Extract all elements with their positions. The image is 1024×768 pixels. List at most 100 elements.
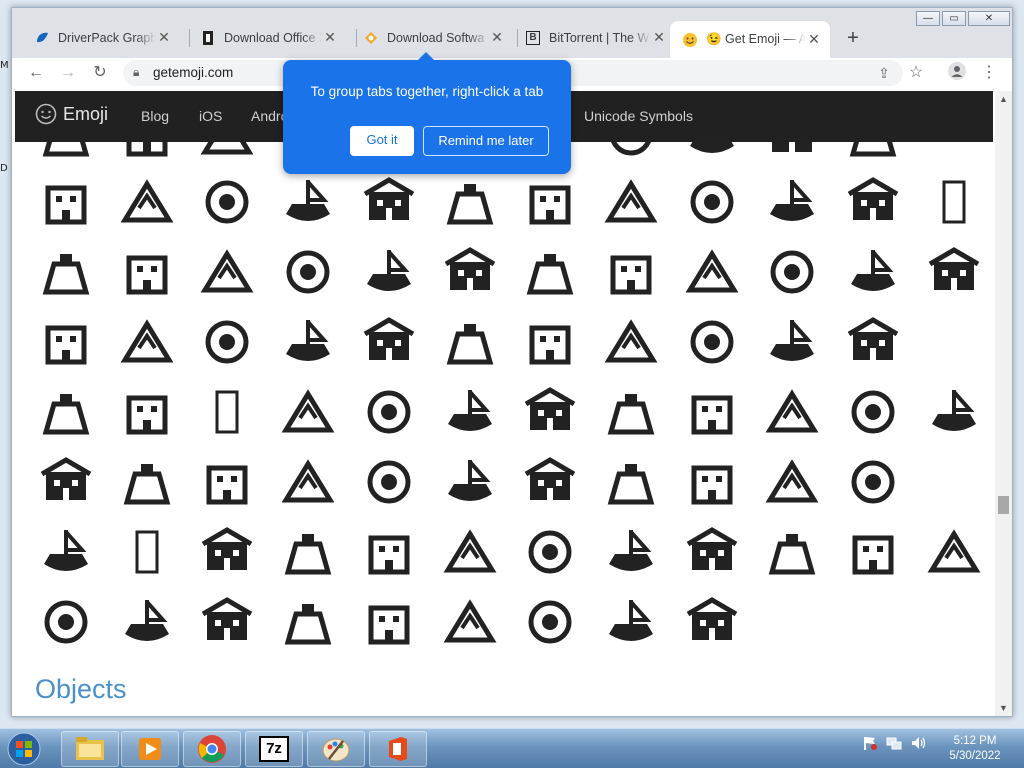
milky-way-icon[interactable] (521, 593, 579, 651)
nav-ios[interactable]: iOS (199, 108, 222, 124)
got-it-button[interactable]: Got it (350, 126, 414, 156)
shooting-star-icon[interactable] (925, 523, 983, 581)
lock-icon[interactable]: 🔒︎ (133, 65, 139, 80)
vertical-traffic-light-icon[interactable] (198, 243, 256, 301)
house-icon[interactable] (279, 383, 337, 441)
nav-blog[interactable]: Blog (141, 108, 169, 124)
paint-icon[interactable] (307, 731, 365, 767)
close-tab-icon[interactable]: ✕ (806, 31, 822, 48)
construction-crane-icon[interactable] (602, 383, 660, 441)
volcano-icon[interactable] (602, 313, 660, 371)
horizontal-traffic-light-icon[interactable] (279, 243, 337, 301)
chrome-icon[interactable] (183, 731, 241, 767)
hospital-building-icon[interactable] (37, 453, 95, 511)
house-with-garden-icon[interactable] (360, 383, 418, 441)
carousel-horse-icon[interactable] (118, 313, 176, 371)
sunrise-icon[interactable] (763, 523, 821, 581)
castle-icon[interactable] (763, 243, 821, 301)
city-sunset-icon[interactable] (441, 593, 499, 651)
speedboat-icon[interactable] (441, 173, 499, 231)
post-office-icon[interactable] (844, 383, 902, 441)
tab-get-emoji[interactable]: 😉 Get Emoji — Al ✕ (670, 21, 830, 58)
tokyo-tower-icon[interactable] (683, 243, 741, 301)
church-icon[interactable] (763, 453, 821, 511)
empty-box-icon[interactable] (198, 383, 256, 441)
tab-bittorrent[interactable]: B BitTorrent | The W ✕ (513, 21, 675, 54)
close-tab-icon[interactable]: ✕ (322, 29, 338, 46)
empty-box-icon[interactable] (925, 173, 983, 231)
empty-box-icon[interactable] (118, 523, 176, 581)
start-button[interactable] (4, 730, 44, 768)
hotel-icon[interactable] (279, 453, 337, 511)
menu-kebab-icon[interactable]: ⋮ (978, 62, 1000, 84)
canoe-icon[interactable] (279, 173, 337, 231)
ferry-icon[interactable] (683, 173, 741, 231)
office-icon[interactable] (369, 731, 427, 767)
fuel-pump-icon[interactable] (37, 243, 95, 301)
sparkler-icon[interactable] (118, 593, 176, 651)
flying-saucer-icon[interactable] (118, 173, 176, 231)
site-logo[interactable]: Emoji (35, 103, 108, 125)
rocket-icon[interactable] (37, 173, 95, 231)
hospital-icon[interactable] (118, 453, 176, 511)
houses-icon[interactable] (441, 383, 499, 441)
tab-download-software[interactable]: Download Softwa ✕ (351, 21, 513, 54)
mountain-railway-icon[interactable] (360, 523, 418, 581)
scroll-down-arrow-icon[interactable]: ▼ (999, 703, 1008, 713)
cityscape-at-dusk-icon[interactable] (279, 593, 337, 651)
european-post-office-icon[interactable] (925, 383, 983, 441)
scrollbar-thumb[interactable] (998, 496, 1009, 514)
fireworks-icon[interactable] (37, 593, 95, 651)
bookmark-star-icon[interactable]: ☆ (905, 62, 927, 84)
beach-icon[interactable] (360, 313, 418, 371)
wedding-chapel-icon[interactable] (602, 453, 660, 511)
close-window-button[interactable]: ✕ (968, 11, 1010, 26)
derelict-house-icon[interactable] (521, 383, 579, 441)
ship-icon[interactable] (763, 173, 821, 231)
beach-umbrella-icon[interactable] (279, 313, 337, 371)
network-icon[interactable] (886, 735, 902, 754)
forward-arrow-icon[interactable]: → (57, 62, 79, 84)
mountain-sunrise-icon[interactable] (844, 523, 902, 581)
night-city-icon[interactable] (198, 593, 256, 651)
convenience-store-icon[interactable] (360, 453, 418, 511)
close-tab-icon[interactable]: ✕ (156, 29, 172, 46)
media-player-icon[interactable] (121, 731, 179, 767)
sailboat-icon[interactable] (360, 173, 418, 231)
volume-icon[interactable] (910, 735, 928, 754)
helicopter-icon[interactable] (198, 173, 256, 231)
snow-mountain-icon[interactable] (763, 313, 821, 371)
statue-of-liberty-icon[interactable] (602, 243, 660, 301)
mosque-icon[interactable] (844, 453, 902, 511)
desert-icon[interactable] (521, 313, 579, 371)
factory-icon[interactable] (683, 383, 741, 441)
close-tab-icon[interactable]: ✕ (651, 29, 667, 46)
tent-icon[interactable] (118, 383, 176, 441)
remind-later-button[interactable]: Remind me later (423, 126, 549, 156)
sunrise-over-mountains-icon[interactable] (441, 523, 499, 581)
motor-boat-icon[interactable] (521, 173, 579, 231)
back-arrow-icon[interactable]: ← (25, 62, 47, 84)
desktop-icon-label[interactable]: M (0, 60, 9, 71)
national-park-icon[interactable] (683, 523, 741, 581)
close-tab-icon[interactable]: ✕ (489, 29, 505, 46)
reload-icon[interactable]: ↻ (89, 62, 111, 84)
roller-coaster-icon[interactable] (37, 313, 95, 371)
vertical-scrollbar[interactable]: ▲ ▼ (995, 91, 1012, 716)
tab-download-office[interactable]: Download Office 2 ✕ (188, 21, 346, 54)
kaaba-icon[interactable] (198, 523, 256, 581)
action-center-flag-icon[interactable] (862, 735, 878, 754)
minimize-button[interactable]: — (916, 11, 940, 26)
office-building-icon[interactable] (763, 383, 821, 441)
7zip-icon[interactable]: 7z (245, 731, 303, 767)
tanabata-tree-icon[interactable] (602, 523, 660, 581)
love-hotel-icon[interactable] (521, 453, 579, 511)
maximize-button[interactable]: ▭ (942, 11, 966, 26)
new-tab-button[interactable]: + (840, 26, 866, 52)
japanese-castle-icon[interactable] (844, 243, 902, 301)
bank-icon[interactable] (198, 453, 256, 511)
anchor-icon[interactable] (844, 173, 902, 231)
torii-gate-icon[interactable] (279, 523, 337, 581)
stadium-icon[interactable] (925, 243, 983, 301)
url-text[interactable]: getemoji.com (153, 65, 233, 80)
